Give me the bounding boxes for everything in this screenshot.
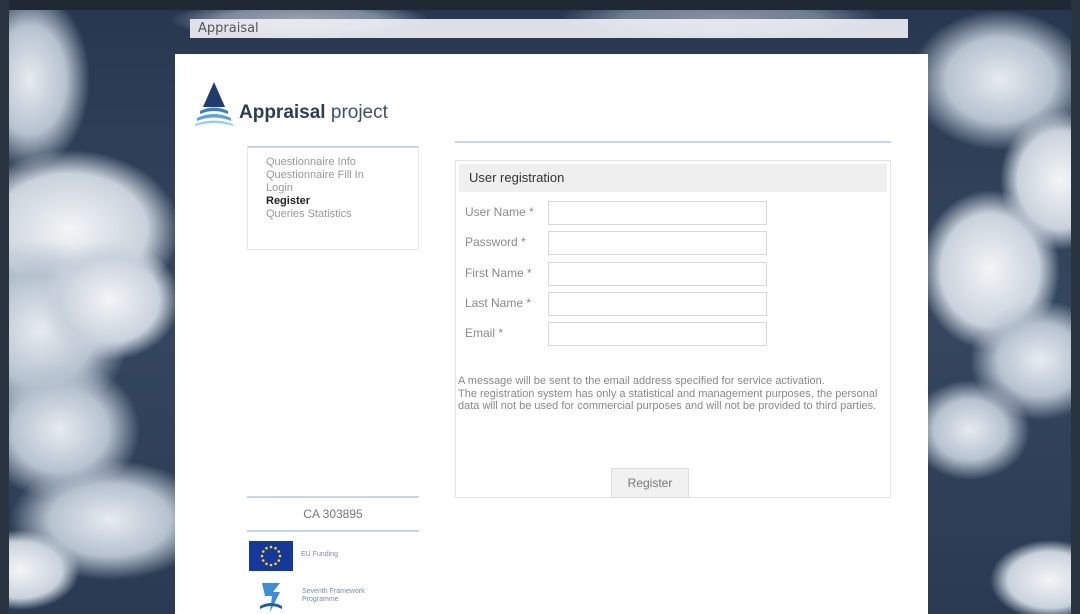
eu-funding-label: EU Funding [301, 551, 338, 558]
screen-frame-left [0, 0, 9, 614]
last-name-label: Last Name * [465, 296, 532, 310]
sidebar-nav: Questionnaire Info Questionnaire Fill In… [247, 146, 419, 250]
registration-form: User registration User Name * Password *… [455, 160, 891, 498]
eu-star [277, 559, 281, 562]
nav-item-register[interactable]: Register [266, 195, 418, 208]
eu-flag-icon [249, 541, 293, 571]
first-name-label: First Name * [465, 266, 532, 280]
nav-item-login[interactable]: Login [266, 182, 418, 195]
eu-star [265, 562, 268, 566]
eu-star [261, 550, 265, 553]
notice-line-2: The registration system has only a stati… [458, 387, 878, 413]
eu-star [278, 554, 282, 558]
eu-star [260, 554, 264, 558]
registration-notice: A message will be sent to the email addr… [458, 375, 888, 413]
eu-star [269, 563, 273, 567]
eu-star [261, 559, 265, 562]
password-row: Password * [465, 231, 767, 255]
screen-frame-top [0, 0, 1080, 10]
appraisal-logo-icon [195, 82, 233, 126]
grant-code: CA 303895 [247, 496, 419, 532]
notice-line-1: A message will be sent to the email addr… [458, 375, 825, 387]
email-input[interactable] [548, 322, 767, 346]
email-label: Email * [465, 326, 504, 340]
password-input[interactable] [548, 231, 767, 255]
eu-star [269, 545, 273, 549]
eu-funding-badge: EU Funding [249, 541, 419, 571]
fp7-badge: Seventh Framework Programme [260, 580, 430, 614]
brand-name-light: project [330, 102, 388, 123]
eu-star [265, 546, 268, 550]
nav-item-questionnaire-info[interactable]: Questionnaire Info [266, 156, 418, 169]
password-label: Password * [465, 235, 526, 249]
window-title: Appraisal [190, 19, 908, 38]
register-button[interactable]: Register [611, 468, 689, 498]
user-name-label: User Name * [465, 205, 534, 219]
email-row: Email * [465, 322, 767, 346]
user-name-row: User Name * [465, 201, 767, 225]
fp7-label: Seventh Framework Programme [302, 588, 365, 603]
fp7-logo-icon [260, 583, 282, 612]
user-name-input[interactable] [548, 201, 767, 225]
last-name-row: Last Name * [465, 292, 767, 316]
nav-item-questionnaire-fill-in[interactable]: Questionnaire Fill In [266, 169, 418, 182]
first-name-input[interactable] [548, 262, 767, 286]
nav-item-queries-statistics[interactable]: Queries Statistics [266, 208, 418, 221]
screen-frame-right [1071, 0, 1080, 614]
main-panel: Appraisal project Questionnaire Info Que… [175, 54, 928, 614]
first-name-row: First Name * [465, 262, 767, 286]
brand-name-bold: Appraisal [239, 102, 326, 123]
eu-star [274, 546, 277, 550]
brand-name: Appraisal project [239, 102, 388, 124]
content-divider [455, 141, 891, 143]
last-name-input[interactable] [548, 292, 767, 316]
eu-star [274, 562, 277, 566]
eu-star [277, 550, 281, 553]
form-heading: User registration [459, 164, 887, 192]
